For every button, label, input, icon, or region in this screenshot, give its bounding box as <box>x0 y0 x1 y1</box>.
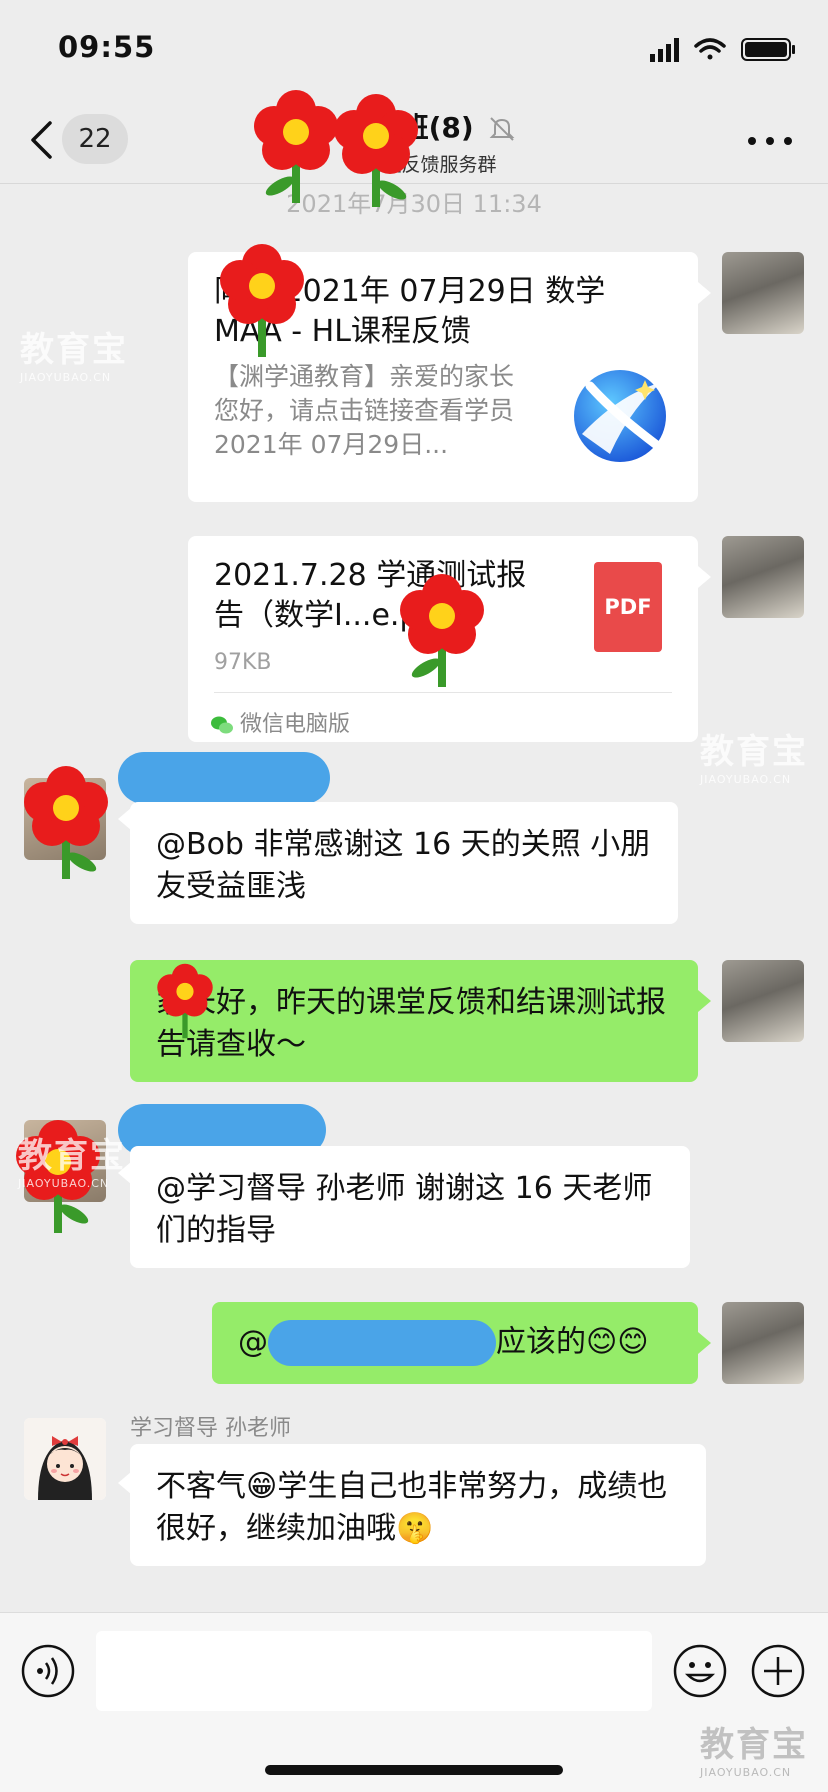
wifi-icon <box>694 38 726 60</box>
flower-sticker-icon <box>157 963 213 1039</box>
home-indicator <box>265 1765 563 1775</box>
wechat-icon <box>211 716 233 734</box>
sender-name: 学习督导 孙老师 <box>130 1416 291 1441</box>
signal-icon <box>650 38 679 62</box>
link-card-desc: 【渊学通教育】亲爱的家长您好，请点击链接查看学员 2021年 07月29日... <box>214 362 515 459</box>
flower-sticker-icon <box>24 766 108 879</box>
chat-message[interactable]: @Bob 非常感谢这 16 天的关照 小朋友受益匪浅 <box>130 802 678 924</box>
status-time: 09:55 <box>58 30 156 64</box>
watermark-text: 教育宝 <box>700 732 808 772</box>
my-avatar[interactable] <box>722 960 804 1042</box>
flower-sticker-icon <box>400 574 484 687</box>
my-avatar[interactable] <box>722 1302 804 1384</box>
app-logo-icon <box>574 370 666 462</box>
watermark-text: 教育宝 <box>18 1136 126 1176</box>
message-text: 不客气😁学生自己也非常努力，成绩也很好，继续加油哦🤫 <box>156 1469 668 1546</box>
chat-message[interactable]: 不客气😁学生自己也非常努力，成绩也很好，继续加油哦🤫 <box>130 1444 706 1566</box>
more-icon[interactable] <box>746 136 794 146</box>
watermark: 教育宝 JIAOYUBAO.CN <box>700 724 808 786</box>
voice-icon[interactable] <box>20 1643 76 1699</box>
watermark: 教育宝 JIAOYUBAO.CN <box>18 1128 126 1190</box>
message-input[interactable] <box>96 1631 652 1711</box>
my-avatar[interactable] <box>722 536 804 618</box>
bubble-tail <box>698 282 711 304</box>
message-text: 家长好，昨天的课堂反馈和结课测试报告请查收～ <box>156 985 666 1062</box>
chat-message[interactable]: @ 应该的😊😊 <box>212 1302 698 1384</box>
watermark: 教育宝 JIAOYUBAO.CN <box>20 322 128 384</box>
chat-message[interactable]: @学习督导 孙老师 谢谢这 16 天老师们的指导 <box>130 1146 690 1268</box>
message-text: @Bob 非常感谢这 16 天的关照 小朋友受益匪浅 <box>156 827 651 904</box>
watermark-sub: JIAOYUBAO.CN <box>700 1766 792 1779</box>
mute-icon <box>489 117 515 141</box>
pdf-file-icon: PDF <box>594 562 662 652</box>
sender-name-redacted <box>118 752 330 804</box>
mention-prefix: @ <box>238 1324 268 1360</box>
message-text: @学习督导 孙老师 谢谢这 16 天老师们的指导 <box>156 1171 653 1248</box>
flower-sticker-icon <box>220 244 304 357</box>
file-source: 微信电脑版 <box>210 704 350 746</box>
bubble-tail <box>698 990 711 1012</box>
back-icon[interactable] <box>28 120 54 160</box>
file-card-title: 2021.7.28 学通测试报告（数学I...e.pdf <box>214 556 544 636</box>
card-divider <box>214 692 672 693</box>
bubble-tail <box>698 1332 711 1354</box>
watermark-sub: JIAOYUBAO.CN <box>700 773 792 786</box>
flower-sticker-icon <box>334 94 418 207</box>
emoji-icon[interactable] <box>672 1643 728 1699</box>
bubble-tail <box>698 566 711 588</box>
watermark-sub: JIAOYUBAO.CN <box>20 371 112 384</box>
input-bar: 教育宝 JIAOYUBAO.CN <box>0 1612 828 1792</box>
add-icon[interactable] <box>750 1643 806 1699</box>
status-icons <box>650 38 795 62</box>
redacted-mention <box>268 1320 496 1366</box>
unread-badge[interactable]: 22 <box>62 114 128 164</box>
file-source-label: 微信电脑版 <box>240 712 351 737</box>
watermark-text: 教育宝 <box>700 1725 808 1765</box>
message-text: 应该的😊😊 <box>496 1324 649 1360</box>
battery-icon <box>741 38 795 61</box>
watermark-text: 教育宝 <box>20 330 128 370</box>
watermark: 教育宝 JIAOYUBAO.CN <box>700 1717 808 1779</box>
my-avatar[interactable] <box>722 252 804 334</box>
watermark-sub: JIAOYUBAO.CN <box>18 1177 110 1190</box>
teacher-avatar[interactable] <box>24 1418 106 1500</box>
